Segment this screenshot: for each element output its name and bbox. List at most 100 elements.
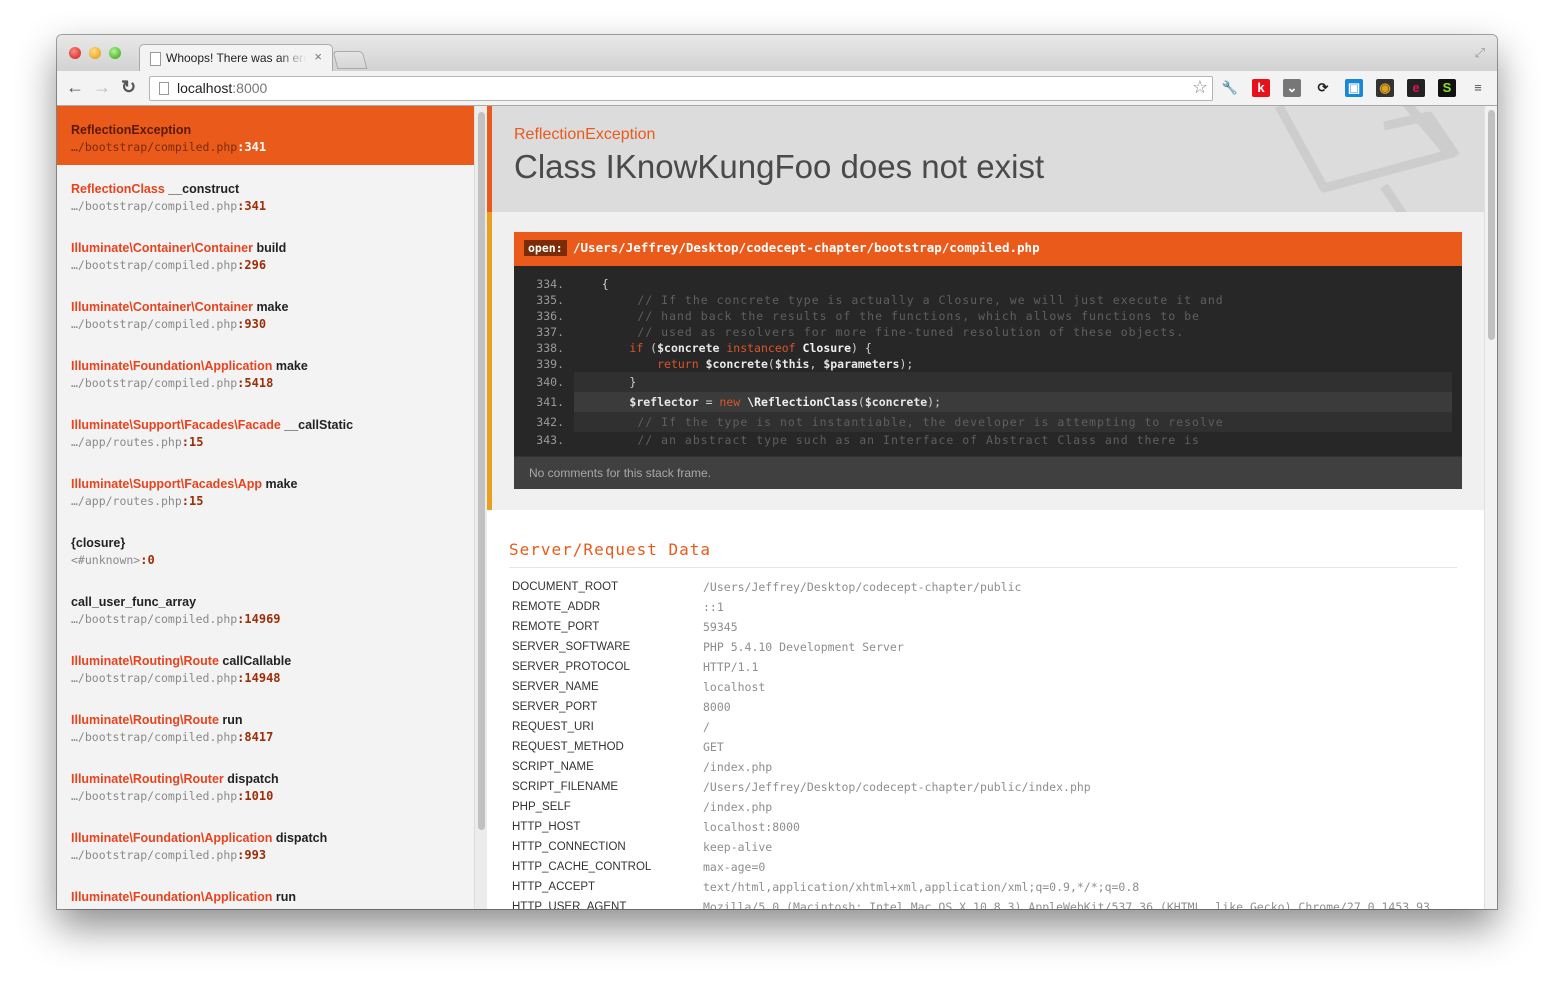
- stack-frames-scrollbar[interactable]: [474, 106, 488, 909]
- exception-message: Class IKnowKungFoo does not exist: [514, 148, 1045, 185]
- stack-frame[interactable]: {closure} <#unknown>:0: [57, 519, 474, 578]
- stack-frame[interactable]: Illuminate\Routing\Route run …/bootstrap/…: [57, 696, 474, 755]
- stack-frame[interactable]: Illuminate\Routing\Router dispatch …/boot…: [57, 755, 474, 814]
- frame-file: …/bootstrap/compiled.php: [71, 848, 238, 862]
- stack-frame[interactable]: call_user_func_array …/bootstrap/compiled…: [57, 578, 474, 637]
- stack-frame[interactable]: ReflectionClass __construct …/bootstrap/c…: [57, 165, 474, 224]
- code-token: Closure: [802, 341, 852, 355]
- code-line: 335. // If the concrete type is actually…: [514, 292, 1452, 308]
- code-token: }: [574, 375, 637, 389]
- data-key: SCRIPT_NAME: [512, 761, 594, 773]
- data-key: REMOTE_ADDR: [512, 601, 601, 613]
- data-value: keep-alive: [703, 840, 773, 854]
- line-source: if ($concrete instanceof Closure) {: [574, 340, 1452, 356]
- frame-class: ReflectionException: [71, 123, 192, 137]
- data-value: /index.php: [703, 760, 773, 774]
- frame-function: callCallable: [218, 654, 292, 668]
- details-scrollbar[interactable]: [1484, 106, 1497, 909]
- file-path: /Users/Jeffrey/Desktop/codecept-chapter/…: [573, 240, 1040, 255]
- line-number: 342.: [536, 415, 564, 429]
- url-host: localhost: [177, 80, 233, 96]
- data-row: REQUEST_METHOD GET: [509, 737, 1433, 757]
- frame-class: Illuminate\Routing\Route: [71, 713, 219, 727]
- frame-title: {closure}: [71, 534, 474, 552]
- e-extension-icon[interactable]: e: [1407, 79, 1425, 97]
- code-token: // If the type is not instantiable, the …: [574, 415, 1224, 429]
- close-window-button[interactable]: [69, 47, 81, 59]
- line-number: 336.: [536, 309, 564, 323]
- frame-location: …/bootstrap/compiled.php:5418: [71, 376, 474, 390]
- scrollbar-thumb[interactable]: [478, 112, 485, 830]
- data-row: SCRIPT_FILENAME/Users/Jeffrey/Desktop/co…: [509, 777, 1433, 797]
- frame-line: :993: [237, 848, 267, 862]
- s-extension-icon[interactable]: S: [1438, 79, 1456, 97]
- screenshot-icon[interactable]: ▣: [1345, 79, 1363, 97]
- stack-frame[interactable]: Illuminate\Foundation\Application make …/…: [57, 342, 474, 401]
- data-key: PHP_SELF: [512, 801, 571, 813]
- new-tab-button[interactable]: [332, 51, 368, 69]
- frame-line: :1010: [237, 789, 274, 803]
- frame-file: …/bootstrap/compiled.php: [71, 730, 238, 744]
- code-token: ,: [809, 357, 824, 371]
- data-key: HTTP_CACHE_CONTROL: [512, 861, 652, 873]
- browser-tab[interactable]: Whoops! There was an error. ×: [139, 44, 333, 72]
- line-source: // used as resolvers for more fine-tuned…: [574, 324, 1452, 340]
- sync-icon[interactable]: ⟳: [1314, 79, 1332, 97]
- tab-close-icon[interactable]: ×: [314, 49, 322, 64]
- data-row: HTTP_CACHE_CONTROL max-age=0: [509, 857, 1433, 877]
- color-picker-icon[interactable]: ◉: [1376, 79, 1394, 97]
- frame-title: Illuminate\Routing\Route run: [71, 711, 474, 729]
- page-content: ReflectionException …/bootstrap/compiled.…: [57, 106, 1497, 909]
- code-token: \ReflectionClass: [747, 395, 858, 409]
- stack-frame[interactable]: Illuminate\Container\Container build …/bo…: [57, 224, 474, 283]
- data-key: SERVER_SOFTWARE: [512, 641, 631, 653]
- back-icon[interactable]: ←: [66, 77, 84, 97]
- data-row: REMOTE_PORT 59345: [509, 617, 1433, 637]
- frame-title: Illuminate\Container\Container build: [71, 239, 474, 257]
- stack-frame[interactable]: Illuminate\Foundation\Application dispat…: [57, 814, 474, 873]
- stack-frame[interactable]: Illuminate\Support\Facades\App make …/app…: [57, 460, 474, 519]
- data-row: REMOTE_ADDR::1: [509, 597, 1433, 617]
- frame-location: …/app/routes.php:15: [71, 494, 474, 508]
- data-value: HTTP/1.1: [703, 660, 759, 674]
- url-text[interactable]: localhost:8000: [177, 80, 267, 96]
- stack-frame[interactable]: ReflectionException …/bootstrap/compiled.…: [57, 106, 474, 165]
- menu-icon[interactable]: ≡: [1469, 79, 1487, 97]
- stack-frame[interactable]: Illuminate\Routing\Route callCallable …/b…: [57, 637, 474, 696]
- code-line-highlighted: 341. $reflector = new \ReflectionClass($…: [514, 392, 1452, 412]
- frame-function: make: [262, 477, 298, 491]
- open-file-button[interactable]: open:: [524, 240, 567, 256]
- wrench-icon[interactable]: 🔧: [1221, 79, 1239, 97]
- code-line: 340. }: [514, 372, 1452, 392]
- fullscreen-icon[interactable]: ⤢: [1475, 45, 1485, 61]
- address-bar[interactable]: localhost:8000 ☆: [149, 76, 1213, 101]
- frame-function: call_user_func_array: [71, 595, 197, 609]
- code-token: // If the concrete type is actually a Cl…: [574, 293, 1224, 307]
- code-token: $concrete: [657, 341, 720, 355]
- stack-frame[interactable]: Illuminate\Foundation\Application run…/p…: [57, 873, 474, 909]
- scrollbar-thumb[interactable]: [1488, 110, 1495, 340]
- zoom-window-button[interactable]: [109, 47, 121, 59]
- minimize-window-button[interactable]: [89, 47, 101, 59]
- frame-function: __callStatic: [280, 418, 354, 432]
- stack-frame[interactable]: Illuminate\Support\Facades\Facade __call…: [57, 401, 474, 460]
- page-icon: [150, 52, 161, 66]
- frame-title: Illuminate\Foundation\Application dispat…: [71, 829, 474, 847]
- frame-class: Illuminate\Foundation\Application: [71, 890, 273, 904]
- k-extension-icon[interactable]: k: [1252, 79, 1270, 97]
- forward-icon[interactable]: →: [93, 77, 111, 97]
- bookmark-star-icon[interactable]: ☆: [1192, 77, 1208, 98]
- frame-location: …/app/routes.php:15: [71, 435, 474, 449]
- stack-frame[interactable]: Illuminate\Container\Container make …/boo…: [57, 283, 474, 342]
- frame-title: Illuminate\Container\Container make: [71, 298, 474, 316]
- tab-strip: Whoops! There was an error. × ⤢: [57, 35, 1497, 72]
- line-source: $reflector = new \ReflectionClass($concr…: [574, 392, 1452, 412]
- frame-line: :341: [237, 140, 267, 154]
- code-token: {: [574, 277, 609, 291]
- pocket-icon[interactable]: ⌄: [1283, 79, 1301, 97]
- code-line: 342. // If the type is not instantiable,…: [514, 412, 1452, 432]
- frame-class: Illuminate\Foundation\Application: [71, 359, 273, 373]
- reload-icon[interactable]: ↻: [121, 77, 136, 97]
- line-source: {: [574, 276, 1452, 292]
- data-row: HTTP_CONNECTION keep-alive: [509, 837, 1433, 857]
